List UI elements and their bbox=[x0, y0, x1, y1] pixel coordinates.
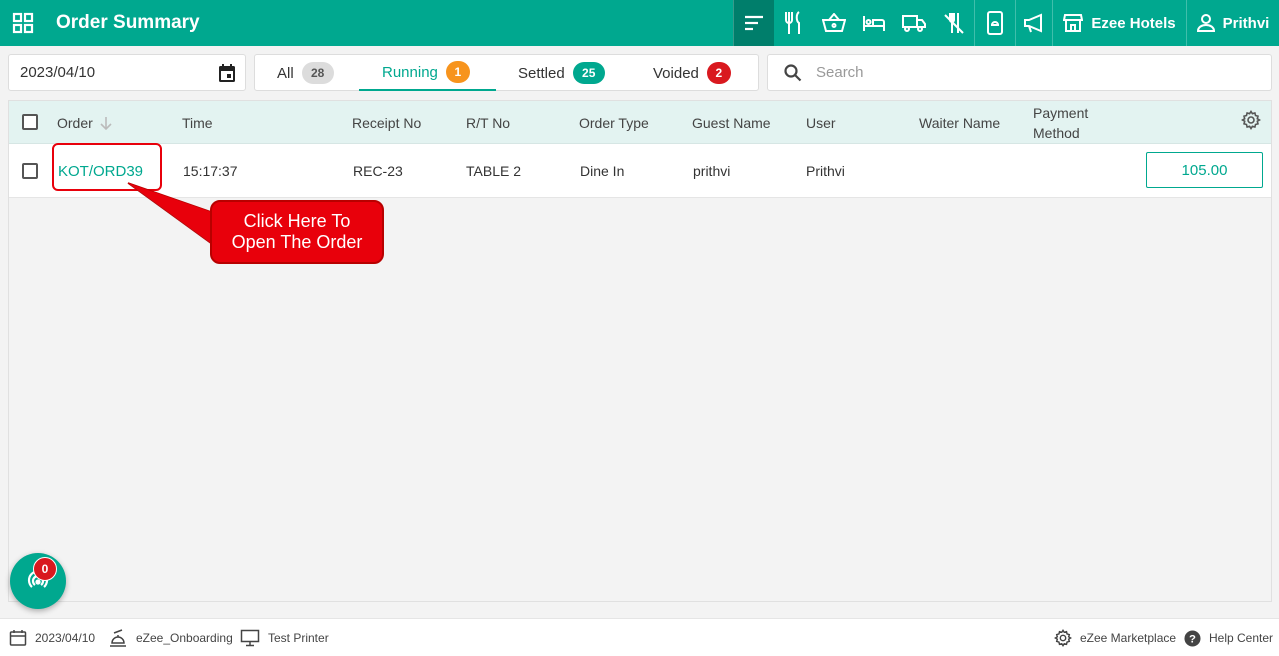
tab-label: Voided bbox=[653, 64, 699, 82]
column-label: Method bbox=[1033, 124, 1080, 141]
order-summary-nav-button[interactable] bbox=[733, 0, 774, 46]
bed-icon bbox=[863, 16, 885, 31]
cell-user: Prithvi bbox=[806, 163, 845, 179]
cell-order-type: Dine In bbox=[580, 163, 625, 179]
footer-outlet-text: eZee_Onboarding bbox=[136, 631, 233, 645]
footer-help-text: Help Center bbox=[1209, 631, 1274, 645]
fork-knife-icon bbox=[785, 11, 800, 34]
tab-label: Settled bbox=[518, 64, 565, 82]
delivery-nav-button[interactable] bbox=[894, 0, 934, 46]
store-icon bbox=[1063, 14, 1084, 32]
footer-printer-text: Test Printer bbox=[268, 631, 329, 645]
megaphone-icon bbox=[1024, 13, 1042, 33]
date-picker[interactable]: 2023/04/10 bbox=[8, 54, 246, 91]
callout-line-2: Open The Order bbox=[231, 232, 363, 252]
column-label: Payment bbox=[1033, 104, 1089, 121]
help-icon: ? bbox=[1184, 629, 1201, 647]
footer-help[interactable]: ? Help Center bbox=[1184, 619, 1273, 656]
count-badge: 2 bbox=[706, 62, 731, 84]
calendar-icon[interactable] bbox=[217, 63, 237, 83]
count-badge: 1 bbox=[445, 61, 470, 83]
cell-receipt: REC-23 bbox=[353, 163, 403, 179]
tab-label: All bbox=[277, 64, 294, 82]
basket-icon bbox=[822, 13, 846, 32]
column-header-payment[interactable]: Payment Method bbox=[1033, 101, 1088, 144]
date-value: 2023/04/10 bbox=[20, 64, 96, 81]
count-badge: 25 bbox=[572, 62, 605, 84]
column-header-receipt[interactable]: Receipt No bbox=[352, 101, 421, 144]
footer-printer[interactable]: Test Printer bbox=[240, 619, 329, 656]
search-box bbox=[767, 54, 1272, 91]
arrow-down-icon[interactable] bbox=[99, 116, 113, 130]
apps-grid-icon[interactable] bbox=[0, 0, 46, 46]
footer-outlet[interactable]: eZee_Onboarding bbox=[108, 619, 233, 656]
no-cutlery-icon bbox=[944, 13, 964, 34]
column-header-time[interactable]: Time bbox=[182, 101, 213, 144]
monitor-icon bbox=[240, 629, 260, 647]
column-label: Order bbox=[57, 114, 93, 131]
gear-icon bbox=[1054, 629, 1072, 647]
tab-voided[interactable]: Voided 2 bbox=[653, 55, 731, 91]
cell-rt: TABLE 2 bbox=[466, 163, 521, 179]
column-header-order[interactable]: Order bbox=[57, 101, 113, 144]
row-checkbox[interactable] bbox=[22, 163, 38, 179]
footer-marketplace-text: eZee Marketplace bbox=[1080, 631, 1177, 645]
tab-label: Running bbox=[382, 63, 438, 81]
outlet-icon bbox=[110, 629, 126, 647]
column-header-guest[interactable]: Guest Name bbox=[692, 101, 771, 144]
basket-nav-button[interactable] bbox=[814, 0, 854, 46]
user-name: Prithvi bbox=[1222, 14, 1270, 32]
table-header: Order Time Receipt No R/T No Order Type … bbox=[9, 101, 1271, 144]
search-input[interactable] bbox=[816, 64, 1236, 81]
notification-badge: 0 bbox=[33, 557, 57, 581]
status-tabs: All 28 Running 1 Settled 25 Voided 2 bbox=[254, 54, 759, 91]
table-row[interactable]: KOT/ORD39 15:17:37 REC-23 TABLE 2 Dine I… bbox=[9, 144, 1271, 198]
calendar-icon bbox=[9, 630, 27, 646]
hotel-name: Ezee Hotels bbox=[1091, 14, 1176, 32]
hotel-switcher-button[interactable]: Ezee Hotels bbox=[1052, 0, 1186, 46]
top-bar: Order Summary Ezee Hotels Prithvi bbox=[0, 0, 1279, 46]
settings-gear-icon[interactable] bbox=[1241, 110, 1261, 130]
callout-line-1: Click Here To bbox=[243, 211, 351, 231]
column-header-rt[interactable]: R/T No bbox=[466, 101, 510, 144]
no-service-nav-button[interactable] bbox=[934, 0, 974, 46]
instruction-callout: Click Here To Open The Order bbox=[210, 200, 384, 264]
announcement-nav-button[interactable] bbox=[1015, 0, 1052, 46]
truck-icon bbox=[902, 15, 926, 32]
count-badge: 28 bbox=[301, 62, 334, 84]
room-nav-button[interactable] bbox=[854, 0, 894, 46]
highlight-box bbox=[52, 143, 162, 191]
restaurant-nav-button[interactable] bbox=[774, 0, 814, 46]
svg-text:?: ? bbox=[1189, 633, 1196, 645]
orders-table: Order Time Receipt No R/T No Order Type … bbox=[8, 100, 1272, 602]
page-title: Order Summary bbox=[56, 12, 200, 33]
status-footer: 2023/04/10 eZee_Onboarding Test Printer … bbox=[0, 618, 1279, 656]
column-header-user[interactable]: User bbox=[806, 101, 836, 144]
tab-all[interactable]: All 28 bbox=[277, 55, 334, 91]
footer-date-text: 2023/04/10 bbox=[35, 631, 96, 645]
amount-button[interactable]: 105.00 bbox=[1146, 152, 1263, 188]
column-header-waiter[interactable]: Waiter Name bbox=[919, 101, 1000, 144]
user-menu-button[interactable]: Prithvi bbox=[1186, 0, 1279, 46]
cell-guest: prithvi bbox=[693, 163, 731, 179]
footer-date[interactable]: 2023/04/10 bbox=[9, 619, 95, 656]
column-header-order-type[interactable]: Order Type bbox=[579, 101, 649, 144]
tab-settled[interactable]: Settled 25 bbox=[518, 55, 605, 91]
room-service-nav-button[interactable] bbox=[974, 0, 1015, 46]
footer-marketplace[interactable]: eZee Marketplace bbox=[1054, 619, 1176, 656]
top-actions: Ezee Hotels Prithvi bbox=[733, 0, 1279, 46]
cell-time: 15:17:37 bbox=[183, 163, 238, 179]
search-icon bbox=[784, 63, 802, 81]
mobile-dish-icon bbox=[987, 11, 1003, 35]
user-icon bbox=[1196, 14, 1215, 32]
select-all-checkbox[interactable] bbox=[22, 114, 38, 130]
sort-lines-icon bbox=[745, 15, 763, 31]
tab-running[interactable]: Running 1 bbox=[359, 55, 496, 91]
